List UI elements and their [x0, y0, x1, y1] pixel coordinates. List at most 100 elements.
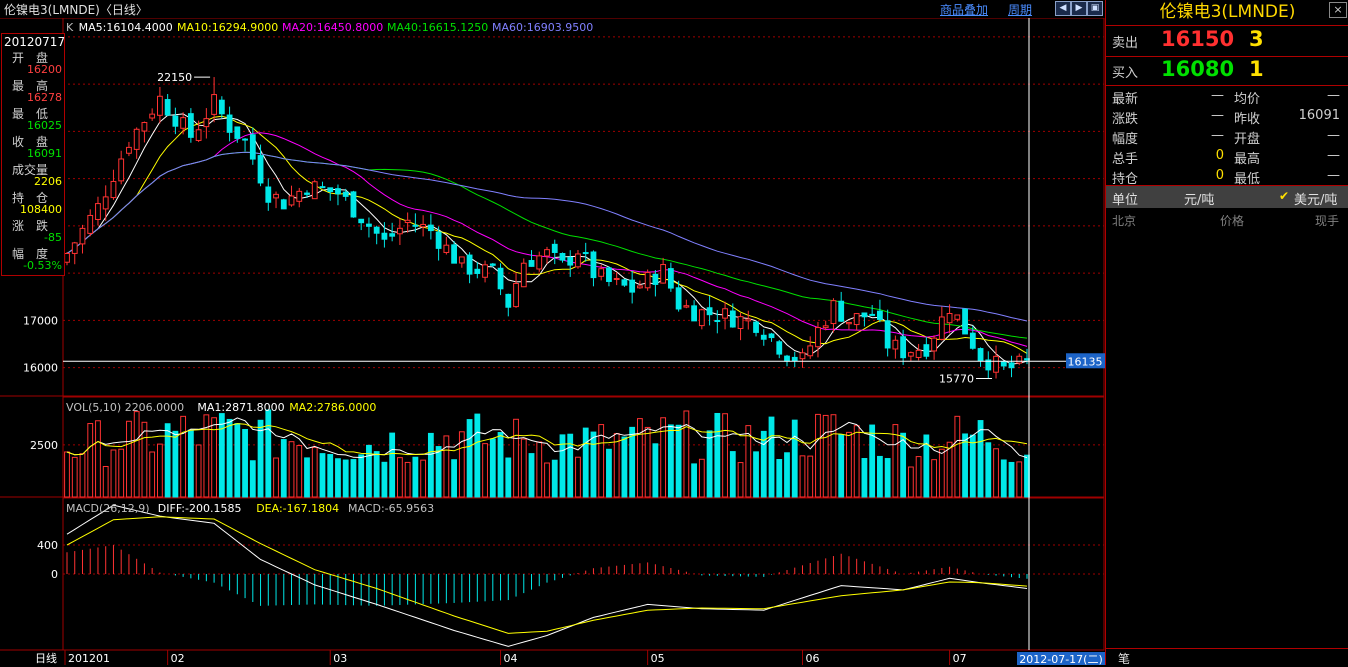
candle-body[interactable] [629, 279, 636, 293]
candle-body[interactable] [1000, 361, 1007, 367]
candle-body[interactable] [1016, 355, 1023, 364]
candle-body[interactable] [327, 187, 334, 192]
period-link[interactable]: 周期 [1008, 1, 1032, 18]
candle-body[interactable] [141, 122, 148, 132]
candle-body[interactable] [993, 355, 999, 373]
candle-body[interactable] [102, 196, 109, 210]
candle-body[interactable] [226, 114, 233, 133]
candle-body[interactable] [280, 199, 287, 210]
candle-body[interactable] [133, 128, 140, 150]
candle-body[interactable] [373, 226, 380, 234]
candle-body[interactable] [900, 336, 907, 359]
candle-body[interactable] [335, 188, 341, 195]
candle-body[interactable] [381, 232, 388, 240]
candle-body[interactable] [110, 180, 117, 199]
candle-body[interactable] [366, 223, 372, 227]
candle-body[interactable] [265, 186, 272, 203]
candle-body[interactable] [1008, 362, 1015, 369]
candle-body[interactable] [791, 356, 798, 362]
candle-body[interactable] [180, 117, 187, 129]
candle-body[interactable] [257, 155, 264, 184]
candle-body[interactable] [435, 231, 442, 249]
candle-body[interactable] [575, 253, 581, 268]
zoom-icon[interactable]: ▣ [1087, 1, 1103, 16]
candle-body[interactable] [350, 191, 357, 218]
candle-body[interactable] [613, 277, 620, 280]
candle-body[interactable] [776, 341, 783, 355]
candle-body[interactable] [582, 252, 589, 255]
candle-body[interactable] [249, 134, 256, 160]
close-icon[interactable]: × [1329, 2, 1347, 18]
candle-body[interactable] [551, 243, 558, 253]
candle-body[interactable] [691, 305, 697, 322]
candle-body[interactable] [211, 94, 217, 115]
candle-body[interactable] [520, 262, 527, 288]
candle-body[interactable] [157, 95, 163, 116]
candle-body[interactable] [458, 256, 465, 264]
candle-body[interactable] [420, 223, 427, 228]
candle-body[interactable] [513, 282, 519, 308]
candle-body[interactable] [621, 279, 628, 286]
candle-body[interactable] [79, 227, 86, 245]
candle-body[interactable] [567, 256, 574, 266]
candle-body[interactable] [443, 244, 450, 253]
candle-body[interactable] [95, 203, 101, 220]
candle-body[interactable] [729, 310, 736, 328]
candle-body[interactable] [164, 99, 171, 116]
candle-body[interactable] [489, 263, 496, 266]
candle-body[interactable] [884, 320, 891, 349]
candle-body[interactable] [698, 309, 705, 327]
candle-body[interactable] [404, 219, 411, 224]
candle-body[interactable] [311, 181, 318, 200]
candle-body[interactable] [505, 293, 512, 308]
candle-body[interactable] [753, 321, 759, 333]
candle-body[interactable] [590, 251, 597, 279]
candle-body[interactable] [846, 321, 852, 325]
left-arrow-icon[interactable]: ◀ [1055, 1, 1071, 16]
candle-body[interactable] [598, 268, 605, 277]
tab-trades[interactable]: 笔 [1118, 650, 1130, 667]
candle-body[interactable] [71, 242, 78, 254]
candle-body[interactable] [946, 312, 953, 324]
candle-body[interactable] [466, 254, 473, 275]
candle-body[interactable] [923, 344, 930, 357]
candle-body[interactable] [954, 314, 961, 320]
candle-body[interactable] [319, 186, 326, 189]
candle-body[interactable] [342, 191, 349, 197]
candle-body[interactable] [87, 214, 94, 234]
candle-body[interactable] [892, 339, 899, 350]
candle-body[interactable] [938, 316, 945, 340]
candle-body[interactable] [218, 99, 225, 115]
candle-body[interactable] [273, 193, 279, 199]
candle-body[interactable] [822, 325, 829, 329]
candle-body[interactable] [745, 318, 752, 322]
candle-body[interactable] [427, 224, 434, 232]
candle-body[interactable] [706, 307, 713, 316]
candle-body[interactable] [675, 287, 682, 310]
candle-body[interactable] [784, 355, 790, 362]
candle-body[interactable] [358, 218, 365, 224]
candle-body[interactable] [714, 320, 721, 323]
candle-body[interactable] [915, 349, 922, 358]
candle-body[interactable] [877, 310, 883, 320]
candle-body[interactable] [412, 224, 419, 227]
candle-body[interactable] [722, 308, 728, 319]
candle-body[interactable] [544, 249, 550, 257]
candle-body[interactable] [644, 272, 651, 289]
candle-body[interactable] [606, 267, 612, 282]
candle-body[interactable] [482, 264, 488, 278]
candle-body[interactable] [869, 313, 876, 316]
candle-body[interactable] [296, 190, 303, 202]
candle-body[interactable] [768, 333, 775, 339]
candle-body[interactable] [497, 267, 504, 290]
candle-body[interactable] [760, 334, 767, 340]
candle-body[interactable] [907, 352, 914, 357]
candlestick-chart[interactable]: 17000 16000 2500 400 0 16135 22150 15770 K MA5:16… [0, 0, 1105, 665]
candle-body[interactable] [969, 332, 976, 349]
candle-body[interactable] [126, 146, 132, 154]
unit-option-usd[interactable]: 美元/吨 [1294, 189, 1337, 208]
candle-body[interactable] [667, 268, 674, 289]
candle-body[interactable] [64, 252, 70, 263]
candle-body[interactable] [172, 115, 179, 127]
candle-body[interactable] [660, 264, 667, 284]
